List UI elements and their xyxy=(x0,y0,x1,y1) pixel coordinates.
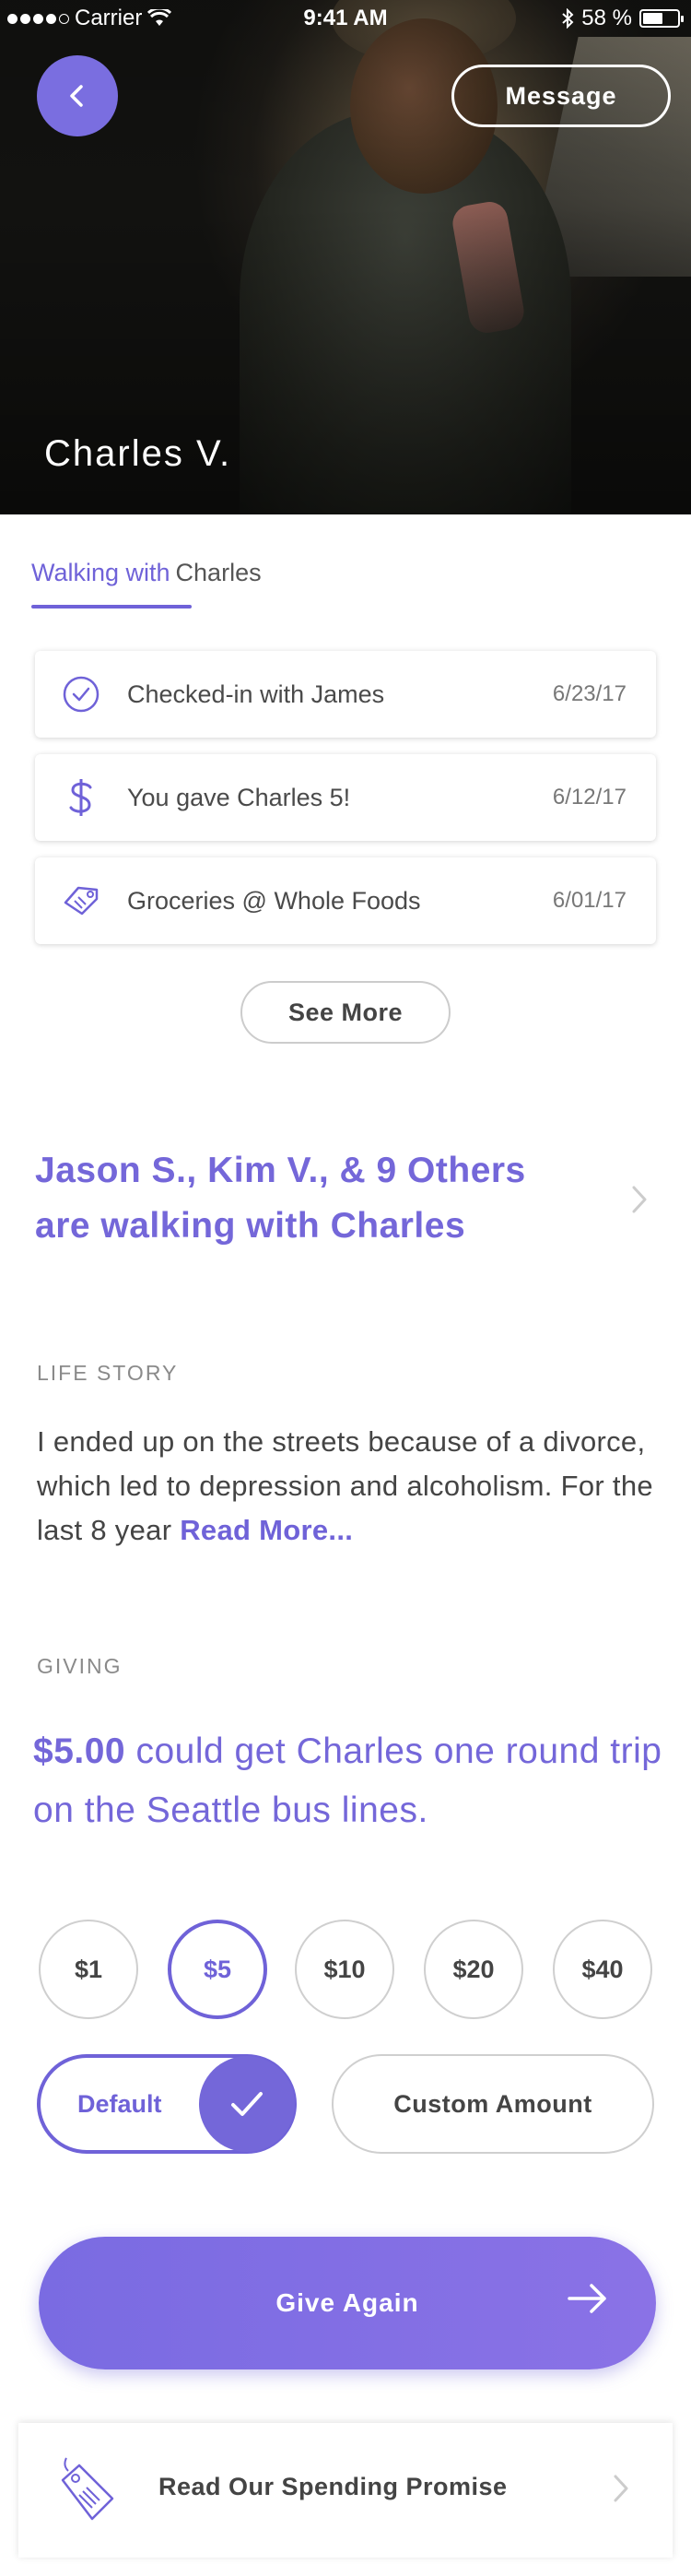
amount-option-5[interactable]: $5 xyxy=(168,1920,267,2019)
amount-option-40[interactable]: $40 xyxy=(553,1920,652,2019)
give-again-button[interactable]: Give Again xyxy=(39,2237,656,2369)
amount-option-1[interactable]: $1 xyxy=(39,1920,138,2019)
amount-option-20[interactable]: $20 xyxy=(424,1920,523,2019)
price-tag-icon xyxy=(61,2457,114,2521)
custom-amount-button[interactable]: Custom Amount xyxy=(332,2054,654,2154)
tab-person-name: Charles xyxy=(175,559,262,586)
status-right: 58 % xyxy=(561,6,684,31)
tab-underline xyxy=(31,605,192,609)
status-bar: Carrier 9:41 AM 58 % xyxy=(0,0,691,37)
walkers-link[interactable]: Jason S., Kim V., & 9 Others are walking… xyxy=(35,1143,588,1254)
activity-item[interactable]: Checked-in with James 6/23/17 xyxy=(35,651,656,738)
activity-date: 6/12/17 xyxy=(552,785,627,809)
give-again-label: Give Again xyxy=(275,2288,419,2317)
activity-text: You gave Charles 5! xyxy=(127,783,351,811)
giving-text: could get Charles one round trip on the … xyxy=(33,1731,662,1830)
check-circle-icon xyxy=(63,676,100,713)
spending-promise-label: Read Our Spending Promise xyxy=(158,2473,508,2500)
activity-item[interactable]: Groceries @ Whole Foods 6/01/17 xyxy=(35,857,656,944)
activity-text: Checked-in with James xyxy=(127,679,385,708)
activity-date: 6/23/17 xyxy=(552,681,627,706)
giving-description: $5.00 could get Charles one round trip o… xyxy=(33,1722,669,1840)
spending-promise-row[interactable]: Read Our Spending Promise xyxy=(18,2423,673,2558)
battery-level xyxy=(643,13,662,24)
life-story-text: I ended up on the streets because of a d… xyxy=(37,1420,663,1553)
chevron-right-icon[interactable] xyxy=(630,1184,649,1215)
chevron-right-icon xyxy=(614,2475,628,2502)
activity-date: 6/01/17 xyxy=(552,888,627,913)
tag-icon xyxy=(64,886,99,916)
message-button[interactable]: Message xyxy=(451,65,671,127)
dollar-icon xyxy=(69,779,92,816)
checkmark-icon xyxy=(231,2092,263,2116)
walking-with-tab[interactable]: Walking with Charles xyxy=(31,559,262,587)
profile-name: Charles V. xyxy=(44,433,232,474)
arrow-right-icon xyxy=(568,2284,606,2313)
bluetooth-icon xyxy=(562,8,574,29)
battery-percent: 58 % xyxy=(581,6,632,30)
hero-photo: Carrier 9:41 AM 58 % Message Charles V. xyxy=(0,0,691,514)
toggle-knob xyxy=(199,2056,295,2152)
activity-item[interactable]: You gave Charles 5! 6/12/17 xyxy=(35,754,656,841)
activity-text: Groceries @ Whole Foods xyxy=(127,886,421,915)
walkers-line-1: Jason S., Kim V., & 9 Others xyxy=(35,1151,526,1190)
battery-icon xyxy=(639,9,684,28)
tab-label: Walking with xyxy=(31,559,170,586)
amount-option-10[interactable]: $10 xyxy=(295,1920,394,2019)
back-button[interactable] xyxy=(37,55,118,136)
read-more-link[interactable]: Read More... xyxy=(180,1514,353,1546)
life-story-label: LIFE STORY xyxy=(37,1361,179,1385)
see-more-button[interactable]: See More xyxy=(240,981,451,1044)
default-toggle[interactable]: Default xyxy=(37,2054,297,2154)
default-label: Default xyxy=(77,2089,162,2118)
giving-amount: $5.00 xyxy=(33,1731,126,1771)
giving-label: GIVING xyxy=(37,1654,123,1678)
chevron-left-icon xyxy=(70,85,83,107)
walkers-line-2: are walking with Charles xyxy=(35,1206,466,1246)
